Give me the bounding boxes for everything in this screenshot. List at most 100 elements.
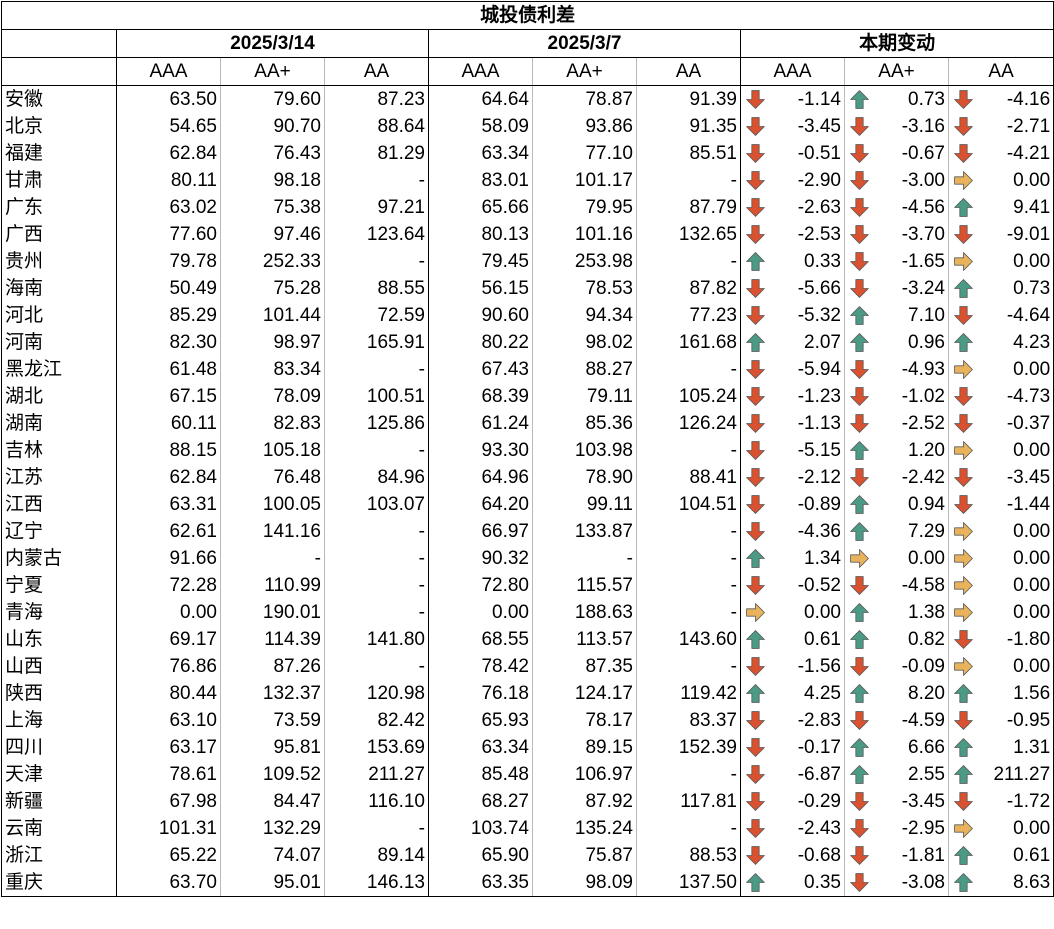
current-spread-cell: 67.15 [116, 383, 221, 410]
change-value: -0.51 [797, 143, 841, 164]
change-value: 9.41 [1013, 197, 1051, 218]
arrow-down-icon [849, 818, 870, 839]
group-header-current: 2025/3/14 [116, 29, 429, 58]
current-spread-cell: 80.44 [116, 680, 221, 707]
current-spread-cell: 141.16 [220, 518, 325, 545]
current-spread-cell: 100.51 [324, 383, 429, 410]
arrow-down-icon [745, 791, 766, 812]
arrow-down-icon [849, 278, 870, 299]
current-spread-cell: - [324, 518, 429, 545]
table-row: 山东 69.17 114.39 141.80 68.55 113.57 143.60 0.61… [1, 626, 1054, 653]
change-cell: -5.32 [740, 302, 845, 329]
previous-spread-cell: 75.87 [532, 842, 637, 869]
previous-spread-cell: 85.48 [428, 761, 533, 788]
arrow-up-icon [953, 278, 974, 299]
table-row: 甘肃 80.11 98.18-83.01 101.17- -2.90 -3.00 0.00 [1, 167, 1054, 194]
change-value: -2.53 [797, 224, 841, 245]
change-cell: -1.80 [947, 626, 1054, 653]
arrow-down-icon [745, 764, 766, 785]
table-row: 广东 63.02 75.38 97.21 65.66 79.95 87.79 -2.63 -4.… [1, 194, 1054, 221]
rating-header: AA+ [532, 57, 637, 86]
previous-spread-cell: 93.30 [428, 437, 533, 464]
change-value: -5.66 [797, 278, 841, 299]
change-value: -5.32 [797, 305, 841, 326]
current-spread-cell: 123.64 [324, 221, 429, 248]
current-spread-cell: 101.44 [220, 302, 325, 329]
change-value: 1.38 [908, 602, 945, 623]
arrow-up-icon [849, 494, 870, 515]
arrow-up-icon [953, 845, 974, 866]
table-row: 吉林 88.15 105.18-93.30 103.98- -5.15 1.20 0.00 [1, 437, 1054, 464]
arrow-down-icon [953, 116, 974, 137]
current-spread-cell: 165.91 [324, 329, 429, 356]
change-value: -4.59 [901, 710, 945, 731]
arrow-down-icon [745, 710, 766, 731]
previous-spread-cell: - [636, 653, 741, 680]
change-value: 2.55 [908, 764, 945, 785]
change-value: -4.93 [901, 359, 945, 380]
current-spread-cell: 90.70 [220, 113, 325, 140]
arrow-right-icon [953, 575, 974, 596]
province-cell: 山东 [1, 626, 117, 653]
arrow-down-icon [745, 737, 766, 758]
current-spread-cell: - [324, 437, 429, 464]
current-spread-cell: 82.30 [116, 329, 221, 356]
previous-spread-cell: 85.36 [532, 410, 637, 437]
change-value: 0.00 [804, 602, 841, 623]
change-value: 0.82 [908, 629, 945, 650]
current-spread-cell: 75.38 [220, 194, 325, 221]
previous-spread-cell: 98.09 [532, 869, 637, 897]
change-value: 0.96 [908, 332, 945, 353]
arrow-down-icon [849, 224, 870, 245]
change-cell: -1.23 [740, 383, 845, 410]
change-cell: -0.09 [844, 653, 949, 680]
arrow-down-icon [953, 413, 974, 434]
province-header-cell [1, 29, 117, 58]
change-value: 1.56 [1013, 683, 1051, 704]
change-value: 6.66 [908, 737, 945, 758]
current-spread-cell: 67.98 [116, 788, 221, 815]
province-cell: 青海 [1, 599, 117, 626]
previous-spread-cell: 137.50 [636, 869, 741, 897]
current-spread-cell: 109.52 [220, 761, 325, 788]
arrow-down-icon [849, 656, 870, 677]
change-cell: -3.00 [844, 167, 949, 194]
current-spread-cell: 85.29 [116, 302, 221, 329]
arrow-down-icon [953, 710, 974, 731]
current-spread-cell: 84.47 [220, 788, 325, 815]
arrow-down-icon [745, 440, 766, 461]
current-spread-cell: 141.80 [324, 626, 429, 653]
current-spread-cell: 61.48 [116, 356, 221, 383]
previous-spread-cell: 119.42 [636, 680, 741, 707]
province-cell: 福建 [1, 140, 117, 167]
current-spread-cell: 80.11 [116, 167, 221, 194]
previous-spread-cell: 65.66 [428, 194, 533, 221]
change-cell: 0.94 [844, 491, 949, 518]
current-spread-cell: 95.81 [220, 734, 325, 761]
current-spread-cell: 77.60 [116, 221, 221, 248]
current-spread-cell: 63.17 [116, 734, 221, 761]
previous-spread-cell: 124.17 [532, 680, 637, 707]
current-spread-cell: 87.26 [220, 653, 325, 680]
previous-spread-cell: 72.80 [428, 572, 533, 599]
arrow-up-icon [953, 197, 974, 218]
current-spread-cell: 63.50 [116, 85, 221, 113]
arrow-down-icon [745, 197, 766, 218]
change-value: 0.00 [1013, 251, 1051, 272]
rating-header: AAA [740, 57, 845, 86]
current-spread-cell: 120.98 [324, 680, 429, 707]
change-value: 0.00 [1013, 521, 1051, 542]
arrow-down-icon [849, 791, 870, 812]
change-value: -2.83 [797, 710, 841, 731]
change-cell: 0.96 [844, 329, 949, 356]
current-spread-cell: - [324, 248, 429, 275]
arrow-down-icon [849, 575, 870, 596]
change-cell: -9.01 [947, 221, 1054, 248]
province-cell: 海南 [1, 275, 117, 302]
arrow-down-icon [745, 116, 766, 137]
current-spread-cell: 98.97 [220, 329, 325, 356]
current-spread-cell: 65.22 [116, 842, 221, 869]
arrow-right-icon [953, 521, 974, 542]
table-row: 上海 63.10 73.59 82.42 65.93 78.17 83.37 -2.83 -4.… [1, 707, 1054, 734]
change-value: -4.73 [1006, 386, 1051, 407]
